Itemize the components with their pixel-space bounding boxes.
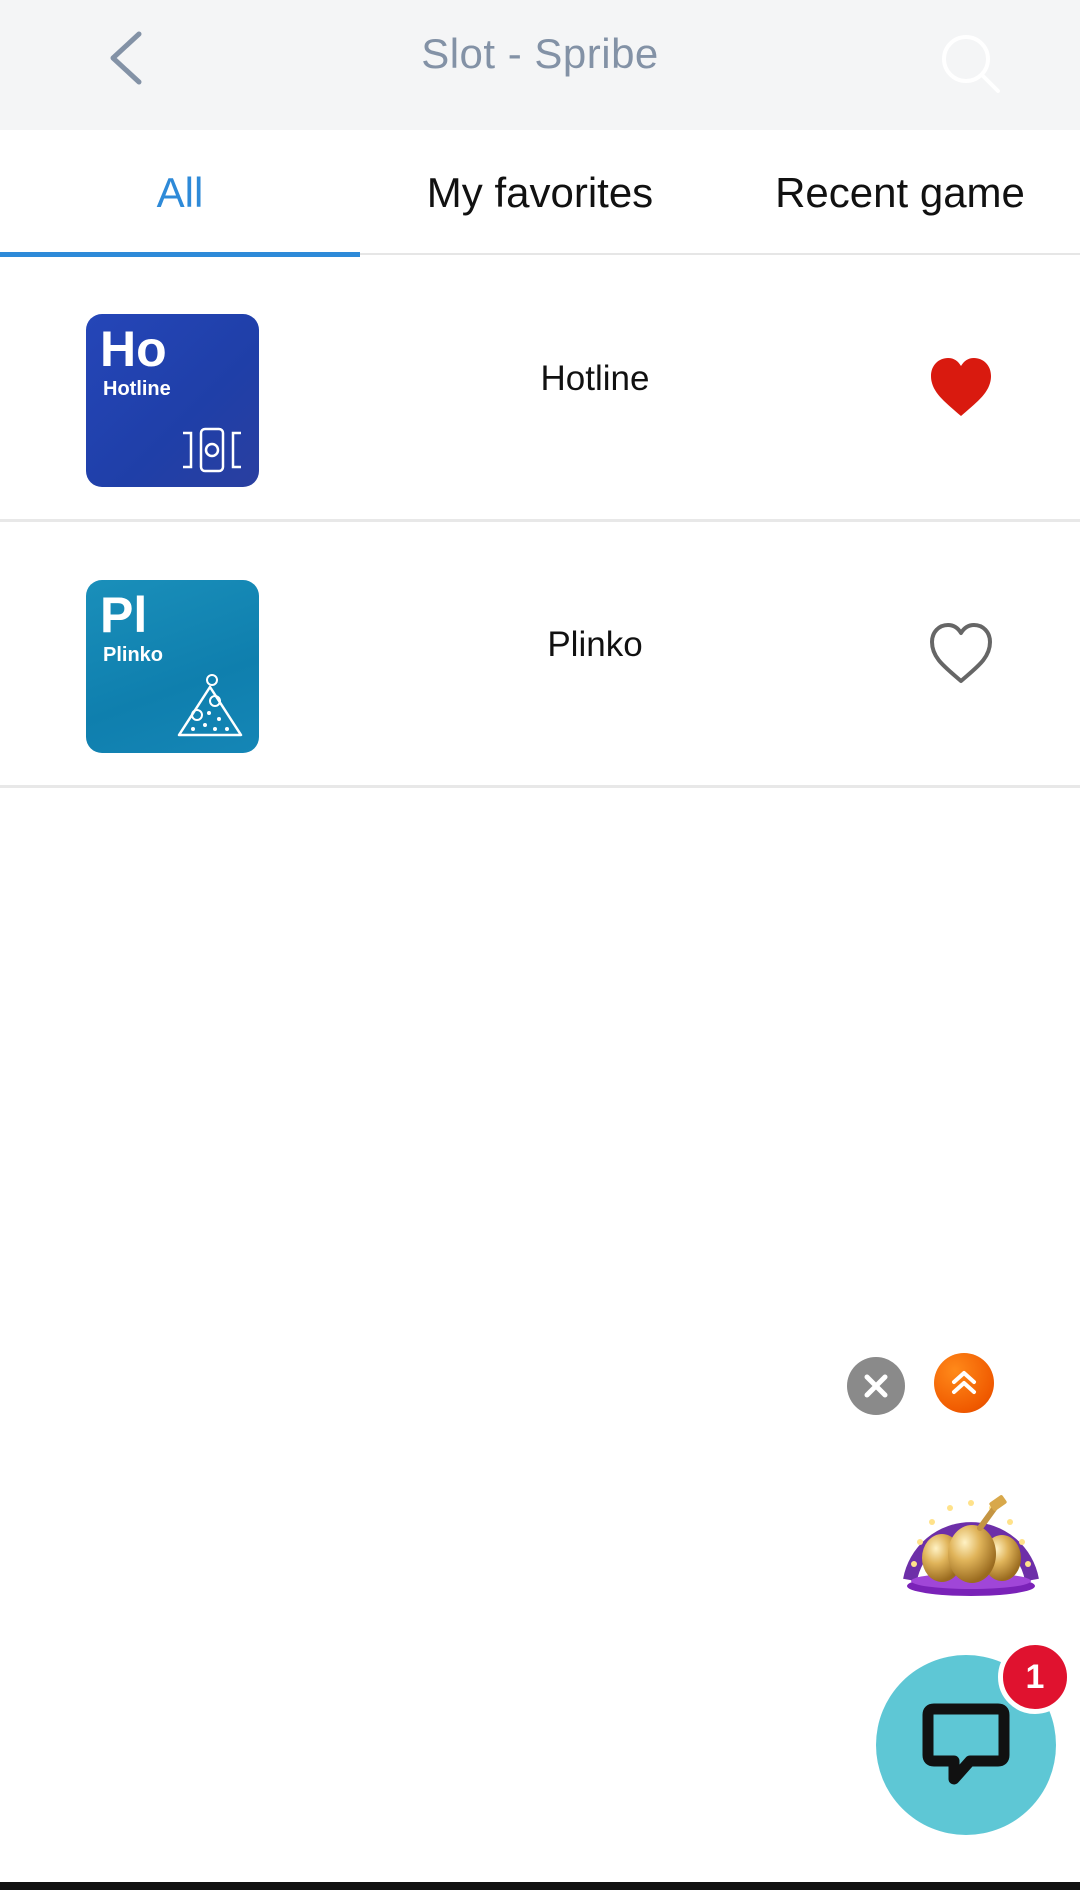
chat-bubble-icon <box>922 1703 1010 1785</box>
search-button[interactable] <box>930 25 1010 105</box>
search-icon <box>942 35 1000 93</box>
chat-notification-badge: 1 <box>998 1640 1072 1714</box>
tab-all[interactable]: All <box>0 130 360 257</box>
thumbnail-abbr: Pl <box>100 587 148 643</box>
golden-eggs-promo-icon <box>903 1495 1039 1596</box>
scroll-to-top-button[interactable] <box>934 1353 994 1413</box>
game-title: Hotline <box>540 359 650 398</box>
heart-filled-icon <box>931 358 991 416</box>
favorite-toggle[interactable] <box>925 352 997 424</box>
tab-my-favorites[interactable]: My favorites <box>360 130 720 255</box>
game-title: Plinko <box>547 625 643 664</box>
page-title: Slot - Spribe <box>421 30 659 77</box>
thumbnail-name: Plinko <box>103 644 164 666</box>
close-icon <box>864 1374 888 1398</box>
game-row-plinko[interactable]: Pl Plinko Plinko <box>0 523 1080 788</box>
double-chevron-up-icon <box>952 1371 976 1394</box>
promo-widget[interactable] <box>900 1470 1042 1602</box>
thumbnail-name: Hotline <box>103 378 171 400</box>
game-thumbnail[interactable]: Ho Hotline <box>86 314 259 487</box>
plinko-pyramid-icon <box>177 674 243 737</box>
tab-bar: All My favorites Recent game <box>0 130 1080 257</box>
game-row-hotline[interactable]: Ho Hotline Hotline <box>0 257 1080 522</box>
heart-outline-icon <box>930 623 992 683</box>
app-header: Slot - Spribe <box>0 0 1080 130</box>
favorite-toggle[interactable] <box>925 618 997 690</box>
tab-recent-game[interactable]: Recent game <box>720 130 1080 255</box>
game-thumbnail[interactable]: Pl Plinko <box>86 580 259 753</box>
system-nav-bar <box>0 1882 1080 1890</box>
table-hockey-icon <box>183 427 241 473</box>
close-floating-button[interactable] <box>847 1357 905 1415</box>
thumbnail-abbr: Ho <box>100 321 167 377</box>
